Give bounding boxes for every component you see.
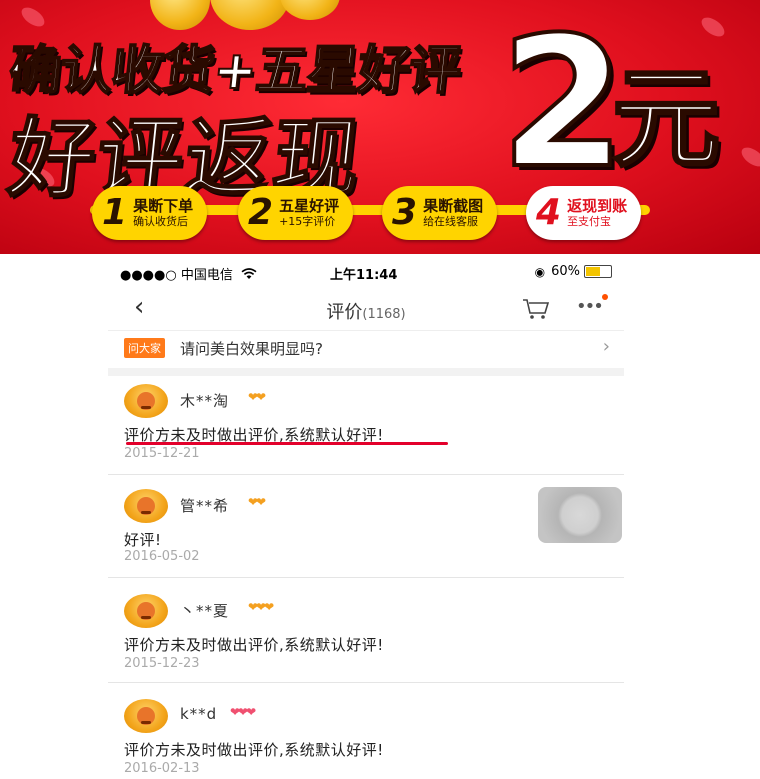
reviewer-name: 木**淘 <box>180 392 230 410</box>
banner-amount: 2 <box>498 0 627 208</box>
status-right: ◉ 60% <box>535 264 612 279</box>
avatar <box>124 384 168 418</box>
reviewer-name: 丶**夏 <box>180 602 230 620</box>
review-text: 评价方未及时做出评价,系统默认好评! <box>124 636 384 654</box>
step-number: 2 <box>248 192 274 233</box>
status-bar: ●●●●○ 中国电信 上午11:44 ◉ 60% <box>108 262 624 283</box>
avatar <box>124 699 168 733</box>
petal-decoration <box>738 143 760 171</box>
chevron-right-icon: › <box>602 336 610 357</box>
nav-bar: ‹ 评价(1168) ••• <box>108 286 624 331</box>
review-date: 2016-05-02 <box>124 549 200 564</box>
avatar <box>124 594 168 628</box>
step-number: 4 <box>536 192 562 233</box>
question-text: 请问美白效果明显吗? <box>180 340 323 358</box>
ask-question-bar[interactable]: 问大家 请问美白效果明显吗? › <box>108 330 624 376</box>
review-item: 木**淘 ❤❤ 评价方未及时做出评价,系统默认好评! 2015-12-21 <box>108 376 624 475</box>
review-item: k**d ❤❤❤ 评价方未及时做出评价,系统默认好评! 2016-02-13 <box>108 683 624 779</box>
review-date: 2016-02-13 <box>124 761 200 776</box>
cart-icon[interactable] <box>522 298 550 320</box>
step-subtitle: +15字评价 <box>279 215 336 228</box>
reviewer-name: 管**希 <box>180 497 230 515</box>
review-item: 丶**夏 ❤❤❤ 评价方未及时做出评价,系统默认好评! 2015-12-23 <box>108 578 624 683</box>
promo-banner: 确认收货+五星好评 好评返现 2 元 1 果断下单 确认收货后 2 五星好评 +… <box>0 0 760 254</box>
banner-unit: 元 <box>610 57 721 182</box>
step-3: 3 果断截图 给在线客服 <box>382 186 498 240</box>
wifi-icon <box>241 268 257 279</box>
page-title-text: 评价 <box>326 302 363 323</box>
carrier-group: ●●●●○ 中国电信 <box>120 264 257 283</box>
carrier-label: ●●●●○ 中国电信 <box>120 268 233 283</box>
coin-decoration <box>150 0 210 30</box>
battery-icon <box>584 265 612 278</box>
step-number: 1 <box>102 192 128 233</box>
step-4: 4 返现到账 至支付宝 <box>526 186 642 240</box>
member-level-icon: ❤❤❤ <box>230 705 256 719</box>
step-title: 五星好评 <box>279 197 340 215</box>
more-icon[interactable]: ••• <box>576 294 608 317</box>
review-date: 2015-12-23 <box>124 656 200 671</box>
battery-fill <box>586 267 600 276</box>
step-subtitle: 确认收货后 <box>133 215 189 228</box>
step-title: 果断截图 <box>423 197 484 215</box>
step-subtitle: 给在线客服 <box>423 215 479 228</box>
review-text: 好评! <box>124 531 162 549</box>
avatar <box>124 489 168 523</box>
reviews-screen: ●●●●○ 中国电信 上午11:44 ◉ 60% ‹ 评价(1168) ••• … <box>108 254 624 779</box>
review-date: 2015-12-21 <box>124 446 200 461</box>
step-2: 2 五星好评 +15字评价 <box>238 186 354 240</box>
step-1: 1 果断下单 确认收货后 <box>92 186 208 240</box>
orientation-lock-icon: ◉ <box>534 264 546 279</box>
step-number: 3 <box>392 192 418 233</box>
status-time: 上午11:44 <box>330 268 398 283</box>
coin-decoration <box>210 0 290 30</box>
more-dots: ••• <box>576 296 604 317</box>
coin-decoration <box>280 0 340 20</box>
member-level-icon: ❤❤❤ <box>248 600 274 614</box>
notification-dot <box>601 294 608 300</box>
step-title: 返现到账 <box>567 197 628 215</box>
petal-decoration <box>698 13 728 41</box>
review-item: 管**希 ❤❤ 好评! 2016-05-02 <box>108 475 624 578</box>
member-level-icon: ❤❤ <box>248 390 266 404</box>
battery-percent: 60% <box>551 264 580 279</box>
ask-badge: 问大家 <box>124 338 165 358</box>
review-photo-thumbnail[interactable] <box>538 487 622 543</box>
reviewer-name: k**d <box>180 705 218 723</box>
petal-decoration <box>18 3 48 31</box>
member-level-icon: ❤❤ <box>248 495 266 509</box>
review-text: 评价方未及时做出评价,系统默认好评! <box>124 741 384 759</box>
step-title: 果断下单 <box>133 197 194 215</box>
highlight-underline <box>126 442 448 445</box>
step-subtitle: 至支付宝 <box>567 215 612 228</box>
review-count: (1168) <box>362 307 406 322</box>
